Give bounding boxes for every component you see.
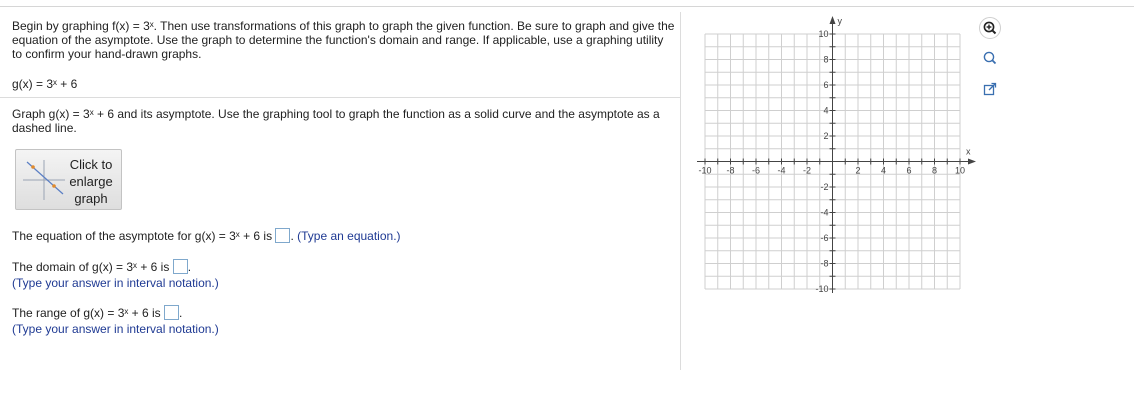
popout-icon <box>983 82 997 96</box>
domain-prefix: The domain of g(x) = 3ˣ + 6 is <box>12 260 170 274</box>
y-axis-label: y <box>838 16 843 26</box>
period: . <box>187 260 192 274</box>
popout-button[interactable] <box>979 78 1001 100</box>
x-tick-label: -2 <box>803 166 811 176</box>
x-tick-label: -4 <box>777 166 785 176</box>
enlarge-graph-button[interactable]: Click to enlarge graph <box>15 149 122 210</box>
zoom-in-icon <box>979 17 1001 39</box>
x-tick-label: 6 <box>906 166 911 176</box>
y-axis-arrow <box>829 16 836 24</box>
domain-answer-input[interactable] <box>172 259 188 274</box>
asymptote-answer-input[interactable] <box>275 228 291 243</box>
zoom-out-button[interactable] <box>979 47 1001 69</box>
domain-hint: (Type your answer in interval notation.) <box>12 276 219 290</box>
y-tick-label: -8 <box>820 259 828 269</box>
x-tick-label: 4 <box>881 166 886 176</box>
range-hint: (Type your answer in interval notation.) <box>12 322 219 336</box>
period: . <box>290 229 294 243</box>
x-axis-label: x <box>966 147 971 157</box>
domain-question: The domain of g(x) = 3ˣ + 6 is . <box>12 259 191 274</box>
y-tick-label: 10 <box>818 29 828 39</box>
x-tick-label: 2 <box>855 166 860 176</box>
pane-divider <box>680 12 681 370</box>
y-tick-label: 2 <box>823 131 828 141</box>
range-prefix: The range of g(x) = 3ˣ + 6 is <box>12 306 161 320</box>
asymptote-question: The equation of the asymptote for g(x) =… <box>12 228 401 243</box>
range-question: The range of g(x) = 3ˣ + 6 is . <box>12 305 182 320</box>
y-tick-label: -2 <box>820 182 828 192</box>
x-axis-arrow <box>968 158 976 165</box>
asymptote-hint: (Type an equation.) <box>297 229 401 243</box>
range-answer-input[interactable] <box>164 305 180 320</box>
asymptote-prefix: The equation of the asymptote for g(x) =… <box>12 229 273 243</box>
problem-prompt: Begin by graphing f(x) = 3ˣ. Then use tr… <box>12 19 675 61</box>
y-tick-label: -4 <box>820 208 828 218</box>
x-tick-label: 8 <box>932 166 937 176</box>
x-tick-label: 10 <box>955 166 965 176</box>
zoom-in-button[interactable] <box>979 17 1001 39</box>
period: . <box>179 306 183 320</box>
zoom-out-icon <box>983 51 997 65</box>
y-tick-label: 8 <box>823 55 828 65</box>
x-tick-label: -10 <box>698 166 711 176</box>
section-divider <box>0 97 680 98</box>
graphing-area[interactable]: -10 -8 -6 -4 -2 2 4 6 8 10 10 8 6 4 2 -2 -4 -6 -8 -10 x y <box>690 14 980 300</box>
x-tick-label: -6 <box>752 166 760 176</box>
x-tick-label: -8 <box>726 166 734 176</box>
y-tick-label: -10 <box>815 284 828 294</box>
y-tick-label: 4 <box>823 106 828 116</box>
y-tick-label: 6 <box>823 80 828 90</box>
graph-thumbnail-icon <box>23 160 65 200</box>
function-line: g(x) = 3ˣ + 6 <box>12 77 78 91</box>
top-divider <box>0 6 1134 7</box>
enlarge-graph-label: Click to enlarge graph <box>69 157 113 206</box>
y-tick-label: -6 <box>820 233 828 243</box>
graph-instruction: Graph g(x) = 3ˣ + 6 and its asymptote. U… <box>12 107 660 135</box>
